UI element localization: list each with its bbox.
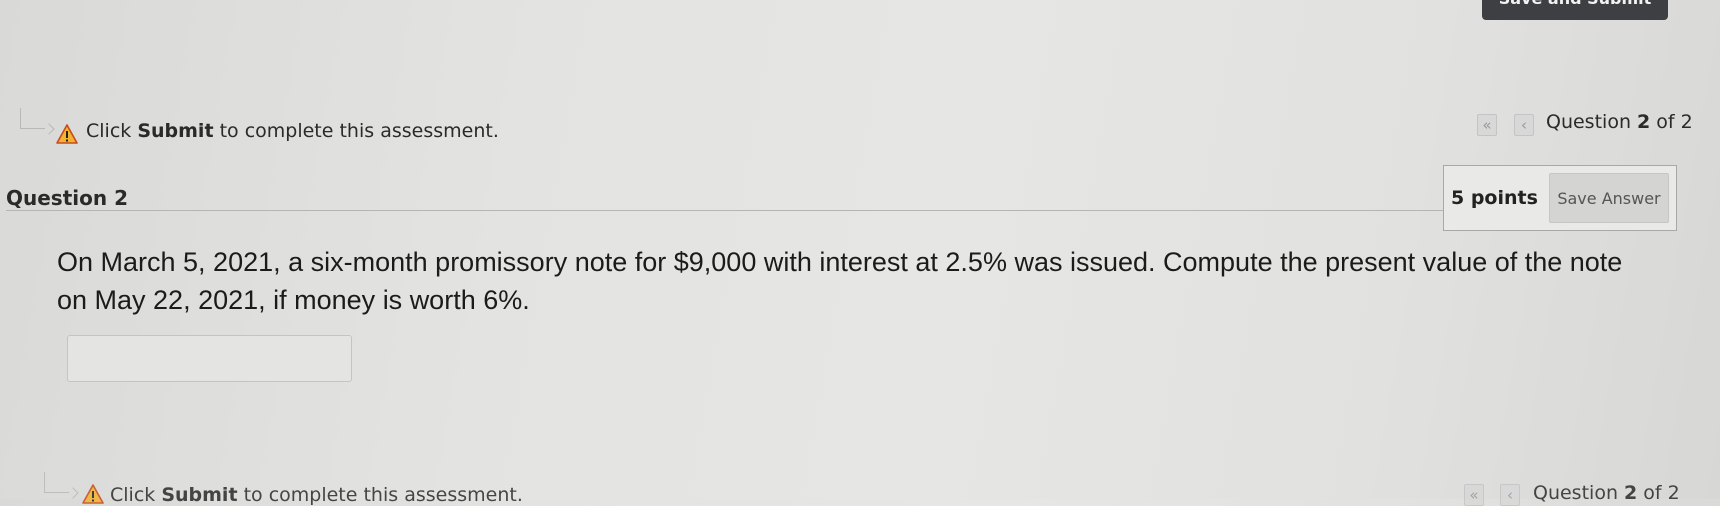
notice-suffix: to complete this assessment.	[213, 120, 499, 142]
points-label: 5 points	[1451, 187, 1538, 209]
first-question-button[interactable]: «	[1477, 114, 1497, 136]
counter-suffix: of 2	[1650, 111, 1693, 133]
notice-prefix: Click	[86, 120, 138, 142]
counter-suffix-bottom: of 2	[1637, 482, 1680, 504]
counter-current-bottom: 2	[1624, 482, 1638, 504]
first-question-button-bottom[interactable]: «	[1464, 484, 1484, 506]
notice-submit-word-bottom: Submit	[161, 484, 238, 506]
indent-arrow-icon	[20, 108, 45, 129]
counter-prefix: Question	[1546, 111, 1638, 133]
submit-notice: Click Submit to complete this assessment…	[86, 120, 499, 142]
notice-suffix-bottom: to complete this assessment.	[237, 484, 523, 506]
double-chevron-left-icon: «	[1482, 116, 1492, 134]
save-and-submit-label: Save and Submit	[1499, 0, 1652, 8]
answer-input[interactable]	[67, 335, 352, 382]
chevron-left-icon-bottom: ‹	[1507, 486, 1513, 504]
question-counter-bottom: Question 2 of 2	[1533, 482, 1680, 504]
save-answer-label: Save Answer	[1557, 188, 1661, 208]
notice-submit-word: Submit	[137, 120, 214, 142]
question-title: Question 2	[6, 186, 128, 210]
indent-arrow-icon-bottom	[44, 472, 69, 493]
double-chevron-left-icon-bottom: «	[1469, 486, 1479, 504]
submit-notice-bottom: Click Submit to complete this assessment…	[110, 484, 523, 506]
warning-icon-bottom	[82, 484, 104, 504]
save-answer-button[interactable]: Save Answer	[1549, 173, 1669, 223]
counter-prefix-bottom: Question	[1533, 482, 1625, 504]
previous-question-button[interactable]: ‹	[1514, 114, 1534, 136]
warning-icon	[56, 124, 78, 144]
previous-question-button-bottom[interactable]: ‹	[1500, 484, 1520, 506]
chevron-left-icon: ‹	[1521, 116, 1527, 134]
question-divider	[6, 210, 1444, 211]
save-and-submit-button[interactable]: Save and Submit	[1482, 0, 1668, 20]
notice-prefix-bottom: Click	[110, 484, 162, 506]
counter-current: 2	[1637, 111, 1651, 133]
question-counter: Question 2 of 2	[1546, 111, 1693, 133]
question-text: On March 5, 2021, a six-month promissory…	[57, 247, 1623, 315]
